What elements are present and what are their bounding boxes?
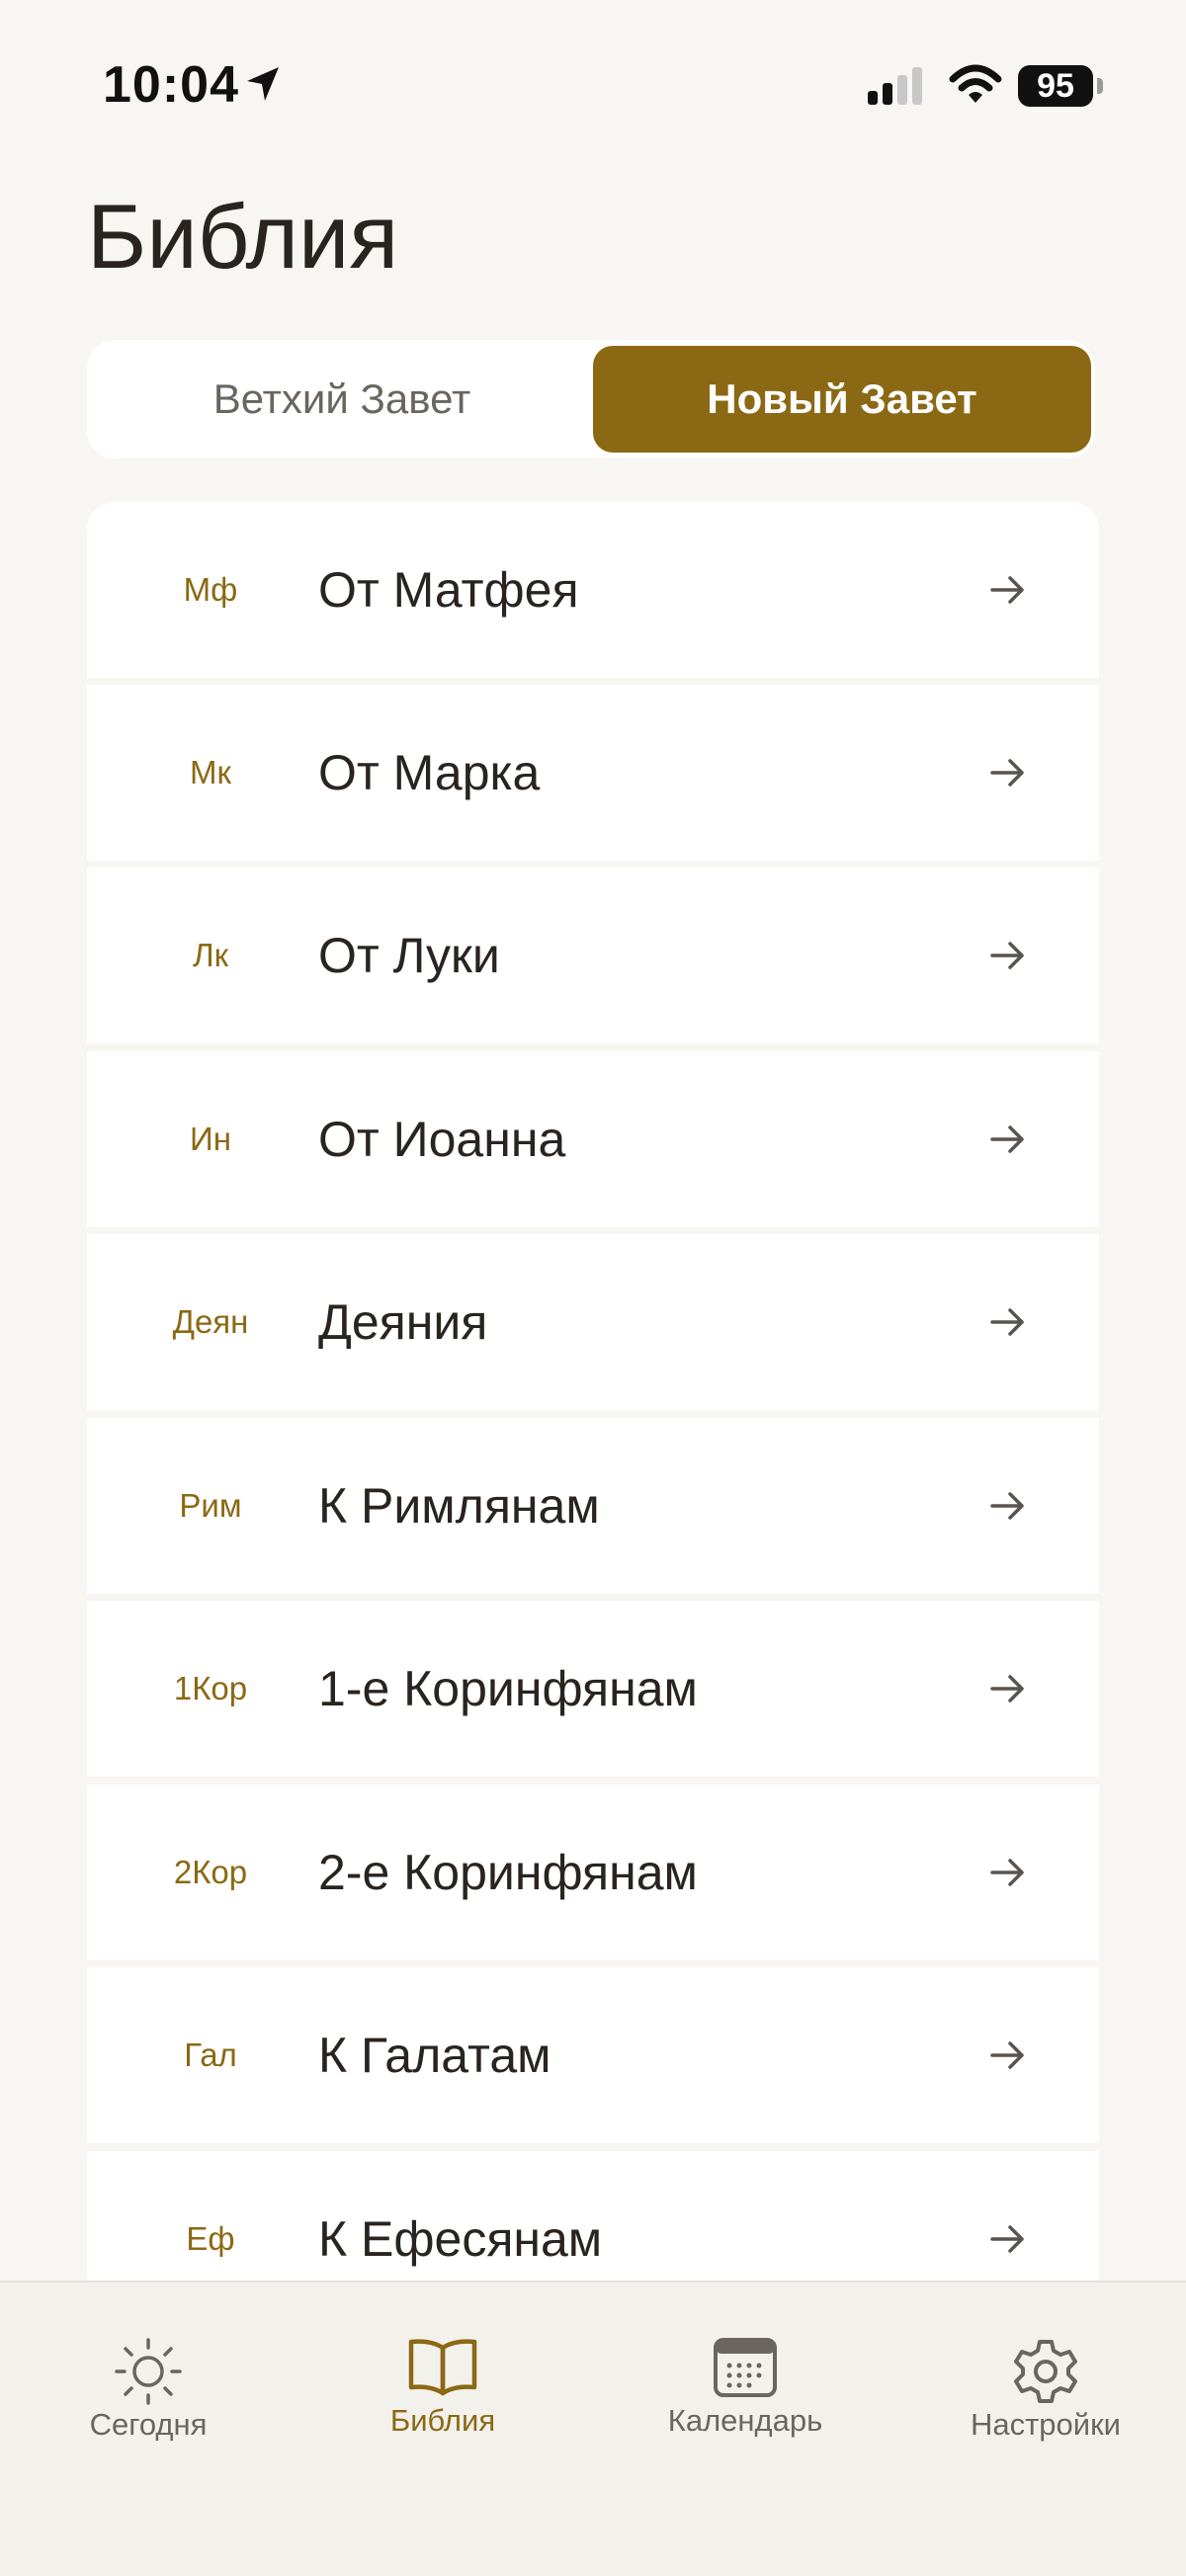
book-list: Мф От Матфея Мк От Марка Лк От Луки Ин О…	[87, 502, 1099, 2281]
book-row[interactable]: Гал К Галатам	[87, 1967, 1099, 2143]
arrow-right-icon	[990, 1675, 1024, 1703]
book-name: От Иоанна	[318, 1112, 566, 1167]
battery-level: 95	[1018, 65, 1093, 107]
cellular-signal-icon	[868, 67, 922, 105]
book-row[interactable]: Мф От Матфея	[87, 502, 1099, 678]
book-name: 2-е Коринфянам	[318, 1845, 698, 1900]
status-bar: 10:04 95	[0, 0, 1186, 173]
book-abbreviation: Ин	[190, 1121, 231, 1157]
battery-indicator: 95	[1018, 65, 1103, 107]
arrow-right-icon	[990, 1492, 1024, 1520]
arrow-right-icon	[990, 942, 1024, 969]
arrow-right-icon	[990, 576, 1024, 604]
tab-calendar[interactable]: Календарь	[597, 2283, 893, 2480]
book-row[interactable]: Еф К Ефесянам	[87, 2151, 1099, 2281]
arrow-right-icon	[990, 1125, 1024, 1153]
arrow-right-icon	[990, 2225, 1024, 2253]
book-abbreviation: Деян	[172, 1303, 249, 1340]
book-row[interactable]: Мк От Марка	[87, 685, 1099, 861]
book-abbreviation: Лк	[192, 937, 229, 973]
arrow-right-icon	[990, 1859, 1024, 1886]
tab-label: Календарь	[667, 2403, 823, 2438]
testament-segmented-control: Ветхий Завет Новый Завет	[87, 340, 1095, 458]
arrow-right-icon	[990, 2041, 1024, 2069]
tab-today[interactable]: Сегодня	[0, 2283, 296, 2480]
tab-bible[interactable]: Библия	[295, 2283, 591, 2480]
status-time: 10:04	[103, 56, 239, 114]
battery-cap	[1097, 78, 1103, 94]
page-title: Библия	[87, 187, 399, 288]
sun-icon	[115, 2338, 182, 2405]
book-abbreviation: 2Кор	[173, 1854, 248, 1890]
book-abbreviation: Еф	[186, 2220, 235, 2257]
new-testament-tab[interactable]: Новый Завет	[593, 346, 1091, 453]
book-row[interactable]: Деян Деяния	[87, 1234, 1099, 1410]
book-name: К Ефесянам	[318, 2211, 603, 2267]
tab-settings[interactable]: Настройки	[897, 2283, 1186, 2480]
tab-label: Сегодня	[89, 2407, 208, 2442]
tab-label: Библия	[389, 2403, 496, 2438]
book-abbreviation: Мк	[190, 754, 231, 790]
book-row[interactable]: 2Кор 2-е Коринфянам	[87, 1785, 1099, 1960]
wifi-icon	[949, 64, 1002, 103]
book-abbreviation: Гал	[184, 2036, 237, 2073]
gear-icon	[1014, 2340, 1077, 2403]
book-row[interactable]: Лк От Луки	[87, 868, 1099, 1043]
book-name: К Римлянам	[318, 1478, 600, 1534]
book-row[interactable]: 1Кор 1-е Коринфянам	[87, 1601, 1099, 1777]
book-abbreviation: Мф	[183, 571, 238, 608]
book-abbreviation: Рим	[179, 1487, 242, 1524]
book-name: Деяния	[318, 1294, 488, 1350]
book-row[interactable]: Рим К Римлянам	[87, 1418, 1099, 1594]
book-icon	[408, 2339, 477, 2396]
calendar-icon	[714, 2338, 777, 2397]
arrow-right-icon	[990, 1308, 1024, 1336]
book-name: 1-е Коринфянам	[318, 1661, 698, 1716]
book-name: От Луки	[318, 928, 500, 983]
tab-label: Настройки	[970, 2407, 1121, 2442]
book-name: К Галатам	[318, 2028, 551, 2083]
book-name: От Марка	[318, 745, 541, 800]
tab-bar: Сегодня Библия Календарь Настройки	[0, 2281, 1186, 2576]
old-testament-tab[interactable]: Ветхий Завет	[93, 346, 591, 453]
book-row[interactable]: Ин От Иоанна	[87, 1051, 1099, 1227]
book-abbreviation: 1Кор	[173, 1670, 248, 1706]
book-name: От Матфея	[318, 562, 579, 618]
arrow-right-icon	[990, 759, 1024, 787]
location-arrow-icon	[247, 67, 279, 101]
